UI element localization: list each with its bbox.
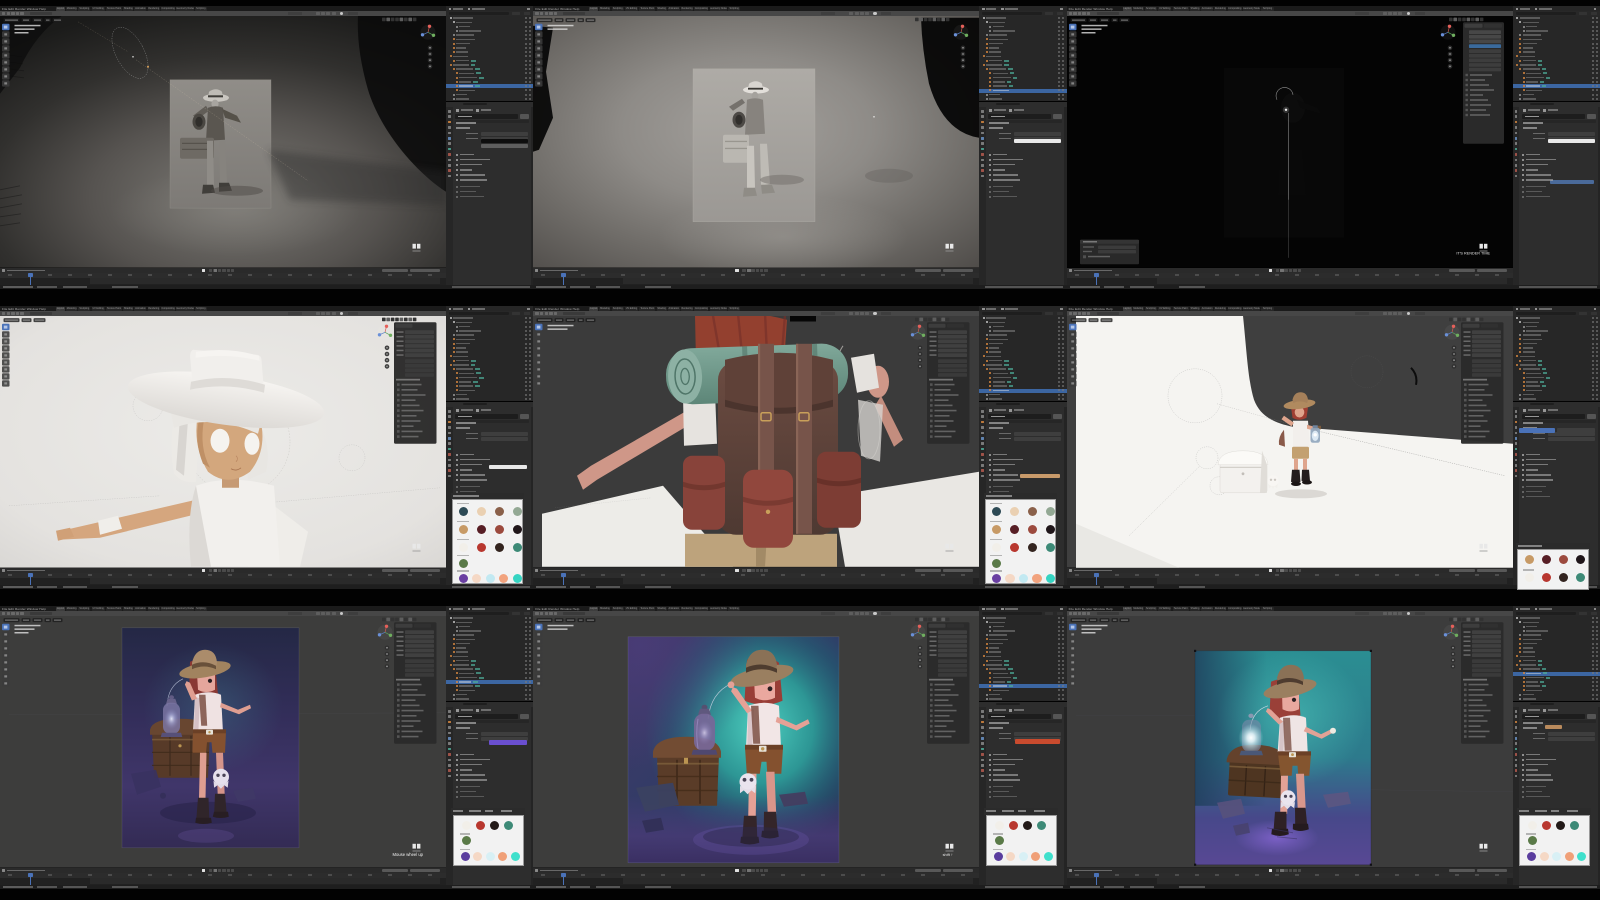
svg-text:Mouse wheel up: Mouse wheel up <box>392 852 423 857</box>
svg-text:IT'S RENDER TIME: IT'S RENDER TIME <box>1456 251 1490 255</box>
svg-text:shift ↑: shift ↑ <box>943 852 953 857</box>
